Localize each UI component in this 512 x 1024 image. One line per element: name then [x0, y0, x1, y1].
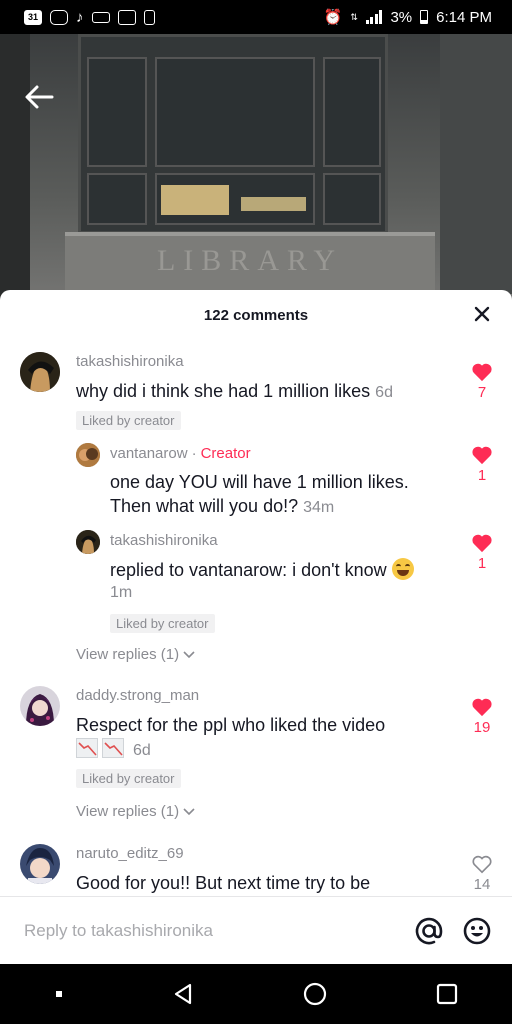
like-button[interactable]: 7	[470, 362, 494, 401]
comment-username[interactable]: takashishironika	[110, 532, 218, 549]
like-count: 1	[477, 467, 487, 484]
like-count: 7	[477, 384, 487, 401]
separator-dot: ·	[191, 445, 197, 462]
comment-body: one day YOU will have 1 million likes.	[110, 472, 409, 492]
overview-square-icon[interactable]	[435, 982, 459, 1006]
like-button[interactable]: 1	[470, 533, 494, 572]
video-window	[155, 57, 315, 167]
comment-time: 6d	[375, 384, 393, 401]
video-window-frame	[78, 34, 388, 234]
comment-text: Good for you!! But next time try to be	[76, 873, 371, 893]
comment-body: replied to vantanarow: i don't know	[110, 560, 387, 580]
image-icon	[117, 9, 136, 25]
like-button[interactable]: 1	[470, 445, 494, 484]
comment-text: one day YOU will have 1 million likes. T…	[110, 470, 455, 520]
tiktok-icon: ♪	[76, 8, 84, 26]
video-window	[323, 173, 381, 225]
comments-header: 122 comments	[0, 290, 512, 340]
chart-decreasing-emoji-icon	[102, 738, 124, 758]
recents-dot-icon[interactable]	[54, 989, 64, 999]
comment-text: Respect for the ppl who liked the video …	[76, 713, 456, 763]
avatar[interactable]	[76, 530, 100, 554]
comment-body: why did i think she had 1 million likes	[76, 381, 371, 401]
clock: 6:14 PM	[436, 8, 492, 26]
instagram-icon	[50, 9, 68, 25]
heart-outline-icon	[472, 855, 492, 874]
alarm-icon: ⏰	[323, 9, 343, 26]
view-replies-label: View replies (1)	[76, 646, 180, 663]
comment-count: 122 comments	[203, 306, 309, 324]
comment-line: 6d	[76, 737, 456, 763]
creator-label: Creator	[200, 445, 251, 462]
close-icon[interactable]	[472, 304, 492, 324]
signal-icon	[365, 10, 383, 24]
heart-filled-icon	[472, 698, 492, 717]
back-arrow-icon[interactable]	[22, 82, 56, 112]
calendar-icon: 31	[24, 9, 42, 25]
reply-username-line: vantanarow · Creator	[110, 445, 251, 462]
navigation-bar	[0, 964, 512, 1024]
emoji-icon[interactable]	[462, 916, 492, 946]
comment-username[interactable]: naruto_editz_69	[76, 845, 184, 862]
avatar[interactable]	[20, 844, 60, 884]
laughing-emoji-icon	[391, 558, 414, 580]
comment-body: Respect for the ppl who liked the video	[76, 715, 386, 735]
heart-filled-icon	[472, 363, 492, 382]
like-count: 14	[473, 876, 491, 893]
comment-time: 1m	[110, 584, 133, 601]
home-circle-icon[interactable]	[302, 981, 328, 1007]
liked-by-creator-badge: Liked by creator	[76, 769, 181, 788]
comment-text: replied to vantanarow: i don't know	[110, 558, 460, 582]
comments-sheet: 122 comments takashishironika why did i …	[0, 290, 512, 964]
chart-decreasing-emoji-icon	[76, 738, 98, 758]
avatar[interactable]	[76, 443, 100, 467]
comment-time: 34m	[303, 499, 335, 516]
video-wall	[0, 34, 30, 304]
battery-percent: 3%	[390, 8, 413, 26]
library-sign-text: LIBRARY	[156, 244, 344, 277]
liked-by-creator-badge: Liked by creator	[76, 411, 181, 430]
reply-input[interactable]	[24, 920, 414, 941]
view-replies-button[interactable]: View replies (1)	[76, 646, 195, 663]
video-frame[interactable]: LIBRARY	[0, 34, 512, 304]
comment-body: Then what will you do!?	[110, 496, 299, 516]
chevron-down-icon	[183, 807, 195, 815]
video-window	[323, 57, 381, 167]
comment-username[interactable]: daddy.strong_man	[76, 687, 199, 704]
view-replies-label: View replies (1)	[76, 803, 180, 820]
avatar[interactable]	[20, 352, 60, 392]
chevron-down-icon	[183, 650, 195, 658]
avatar[interactable]	[20, 686, 60, 726]
mention-icon[interactable]	[414, 916, 444, 946]
back-triangle-icon[interactable]	[171, 982, 195, 1006]
liked-by-creator-badge: Liked by creator	[110, 614, 215, 633]
comment-time: 6d	[133, 742, 151, 759]
battery-saver-icon	[143, 9, 155, 25]
like-button[interactable]: 14	[470, 854, 494, 893]
like-count: 1	[477, 555, 487, 572]
comment-line: Then what will you do!? 34m	[110, 494, 455, 520]
comment-username[interactable]: takashishironika	[76, 353, 184, 370]
video-wall	[440, 34, 512, 294]
view-replies-button[interactable]: View replies (1)	[76, 803, 195, 820]
video-window	[87, 57, 147, 167]
heart-filled-icon	[472, 446, 492, 465]
heart-filled-icon	[472, 534, 492, 553]
4g-lte-icon: ⇅	[350, 11, 358, 22]
video-light	[241, 197, 306, 211]
voicemail-icon	[91, 11, 110, 23]
like-count: 19	[473, 719, 491, 736]
like-button[interactable]: 19	[470, 697, 494, 736]
reply-bar	[0, 896, 512, 964]
video-window	[87, 173, 147, 225]
comment-text: why did i think she had 1 million likes …	[76, 379, 456, 405]
video-light	[161, 185, 229, 215]
comment-username[interactable]: vantanarow	[110, 445, 188, 462]
battery-icon	[420, 10, 429, 24]
status-bar: 31 ♪ ⏰ ⇅ 3% 6:14 PM	[0, 0, 512, 34]
